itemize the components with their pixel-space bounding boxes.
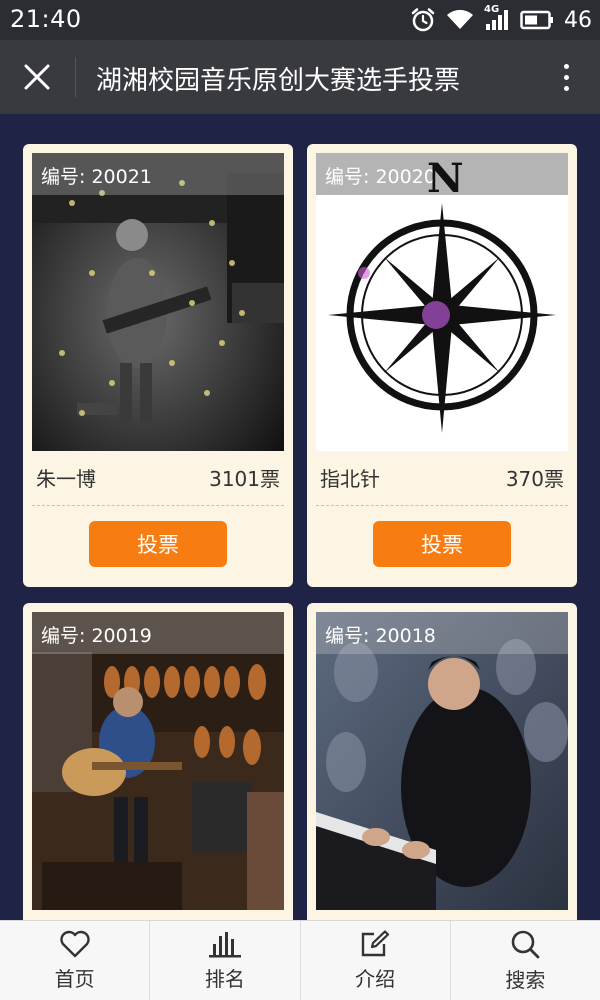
contestant-card[interactable]: 编号: 20018 bbox=[307, 603, 577, 920]
compass-north-label: N bbox=[427, 155, 464, 202]
page-title: 湖湘校园音乐原创大赛选手投票 bbox=[96, 66, 461, 96]
more-button[interactable] bbox=[554, 57, 578, 97]
nav-item-search[interactable]: 搜索 bbox=[451, 921, 600, 1000]
title-bar: 湖湘校园音乐原创大赛选手投票 bbox=[0, 40, 600, 114]
nav-item-intro[interactable]: 介绍 bbox=[301, 921, 451, 1000]
contestant-id: 编号: 20021 bbox=[32, 153, 284, 195]
card-info: 朱一博 3101票 bbox=[36, 461, 280, 493]
close-button[interactable] bbox=[16, 57, 58, 97]
contestant-card[interactable]: 编号: 20019 bbox=[23, 603, 293, 920]
nav-item-ranking[interactable]: 排名 bbox=[150, 921, 301, 1000]
search-icon bbox=[512, 930, 540, 959]
contestant-name: 朱一博 bbox=[36, 466, 96, 491]
battery-icon bbox=[520, 10, 554, 30]
vote-count: 3101票 bbox=[209, 466, 280, 491]
nav-label: 排名 bbox=[204, 967, 245, 991]
compass-rose-logo[interactable]: 编号: 20020 N bbox=[316, 153, 568, 451]
status-icons: 4G 46 bbox=[410, 4, 592, 35]
network-type: 4G bbox=[484, 4, 500, 15]
title-divider bbox=[75, 57, 76, 97]
contestant-name: 指北针 bbox=[320, 466, 380, 491]
battery-level: 46 bbox=[564, 7, 592, 33]
keyboard-player-photo[interactable]: 编号: 20018 bbox=[316, 612, 568, 910]
vote-button[interactable]: 投票 bbox=[373, 521, 511, 567]
vote-count: 370票 bbox=[505, 466, 564, 491]
edit-icon bbox=[361, 930, 390, 957]
close-icon bbox=[24, 64, 50, 90]
card-divider bbox=[32, 505, 284, 506]
card-divider bbox=[316, 505, 568, 506]
contestant-card[interactable]: 编号: 20021 朱一博 3101票 投票 bbox=[23, 144, 293, 587]
nav-label: 介绍 bbox=[355, 967, 396, 991]
contestant-card[interactable]: 编号: 20020 N 指北针 370票 投票 bbox=[307, 144, 577, 587]
bar-chart-icon bbox=[208, 932, 241, 958]
nav-label: 搜索 bbox=[505, 968, 546, 992]
bottom-nav: 首页 排名 介绍 搜索 bbox=[0, 920, 600, 1000]
signal-icon: 4G bbox=[484, 4, 510, 32]
nav-item-home[interactable]: 首页 bbox=[0, 921, 151, 1000]
acoustic-guitarist-shop-photo[interactable]: 编号: 20019 bbox=[32, 612, 284, 910]
more-vertical-icon bbox=[563, 63, 569, 69]
heart-icon bbox=[59, 930, 90, 958]
contestant-id: 编号: 20018 bbox=[316, 612, 568, 654]
contestant-grid: 编号: 20021 朱一博 3101票 投票 编号: 20020 N 指北针 3… bbox=[0, 114, 600, 920]
alarm-icon bbox=[410, 7, 436, 33]
guitarist-studio-photo[interactable]: 编号: 20021 bbox=[32, 153, 284, 451]
status-bar: 21:40 4G 46 bbox=[0, 0, 600, 40]
nav-label: 首页 bbox=[54, 967, 95, 991]
status-time: 21:40 bbox=[10, 5, 82, 33]
card-info: 指北针 370票 bbox=[320, 461, 564, 493]
wifi-icon bbox=[446, 9, 474, 31]
contestant-id: 编号: 20019 bbox=[32, 612, 284, 654]
vote-button[interactable]: 投票 bbox=[89, 521, 227, 567]
